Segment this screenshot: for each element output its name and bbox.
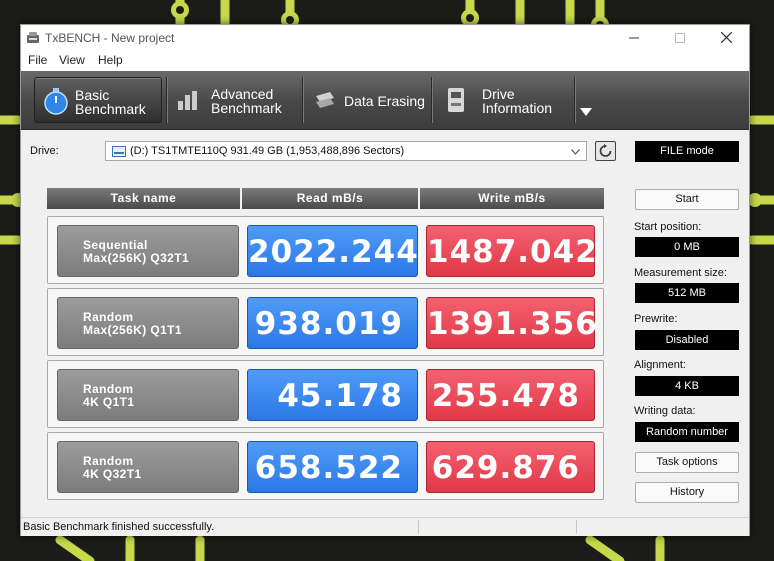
- disk-icon: [112, 146, 126, 157]
- close-button[interactable]: [703, 25, 749, 51]
- table-row: Random 4K Q32T1 658.522 629.876: [47, 432, 604, 500]
- maximize-icon: [675, 33, 685, 43]
- txbench-window: TxBENCH - New project File View Help Bas…: [20, 24, 750, 536]
- header-write: Write mB/s: [420, 188, 604, 209]
- read-value: 45.178: [247, 369, 418, 421]
- toolbar-separator: [166, 77, 168, 123]
- drive-select-value: (D:) TS1TMTE110Q 931.49 GB (1,953,488,89…: [130, 145, 405, 157]
- results-header: Task name Read mB/s Write mB/s: [47, 188, 604, 209]
- refresh-icon: [599, 144, 612, 157]
- tab-label: Basic Benchmark: [75, 87, 146, 117]
- task-random-4k-q1t1-button[interactable]: Random 4K Q1T1: [57, 369, 239, 421]
- header-read: Read mB/s: [242, 188, 418, 209]
- write-value: 629.876: [426, 441, 595, 493]
- eraser-icon: [316, 92, 334, 108]
- write-value: 1487.042: [426, 225, 597, 277]
- table-row: Sequential Max(256K) Q32T1 2022.244 1487…: [47, 216, 604, 284]
- start-position-label: Start position:: [634, 221, 702, 233]
- tab-data-erasing[interactable]: Data Erasing: [307, 77, 429, 123]
- minimize-icon: [629, 37, 639, 39]
- stopwatch-icon: [44, 88, 68, 115]
- tab-basic-benchmark[interactable]: Basic Benchmark: [34, 77, 162, 123]
- dropdown-arrow-icon[interactable]: [579, 107, 593, 117]
- alignment-label: Alignment:: [634, 359, 686, 371]
- table-row: Random 4K Q1T1 45.178 255.478: [47, 360, 604, 428]
- prewrite-field[interactable]: Disabled: [635, 330, 739, 350]
- tab-drive-information[interactable]: Drive Information: [437, 77, 569, 123]
- status-separator: [418, 520, 419, 534]
- toolbar-separator: [302, 77, 304, 123]
- chevron-down-icon: [571, 149, 580, 155]
- menu-view[interactable]: View: [59, 53, 85, 67]
- toolbar-separator: [574, 77, 576, 123]
- task-options-button[interactable]: Task options: [635, 452, 739, 473]
- read-value: 938.019: [247, 297, 418, 349]
- alignment-field[interactable]: 4 KB: [635, 376, 739, 396]
- task-sequential-q32t1-button[interactable]: Sequential Max(256K) Q32T1: [57, 225, 239, 277]
- window-title: TxBENCH - New project: [45, 31, 175, 45]
- menu-help[interactable]: Help: [98, 53, 123, 67]
- maximize-button[interactable]: [657, 25, 703, 51]
- refresh-button[interactable]: [595, 141, 616, 161]
- status-bar: Basic Benchmark finished successfully.: [21, 517, 749, 536]
- history-button[interactable]: History: [635, 482, 739, 503]
- read-value: 658.522: [247, 441, 418, 493]
- toolbar-separator: [431, 77, 433, 123]
- drive-icon: [448, 88, 464, 112]
- status-separator: [576, 520, 577, 534]
- menu-file[interactable]: File: [28, 53, 47, 67]
- measurement-size-field[interactable]: 512 MB: [635, 283, 739, 303]
- tab-label: Data Erasing: [344, 93, 425, 109]
- table-row: Random Max(256K) Q1T1 938.019 1391.356: [47, 288, 604, 356]
- menu-bar: File View Help: [21, 51, 749, 71]
- status-text: Basic Benchmark finished successfully.: [23, 521, 215, 533]
- prewrite-label: Prewrite:: [634, 313, 678, 325]
- writing-data-label: Writing data:: [634, 405, 696, 417]
- title-bar[interactable]: TxBENCH - New project: [21, 25, 749, 51]
- close-icon: [720, 31, 732, 44]
- measurement-size-label: Measurement size:: [634, 267, 727, 279]
- write-value: 1391.356: [426, 297, 597, 349]
- app-icon: [27, 32, 39, 43]
- writing-data-field[interactable]: Random number: [635, 422, 739, 442]
- tab-label: Drive Information: [482, 86, 553, 116]
- drive-label: Drive:: [30, 145, 59, 157]
- start-button[interactable]: Start: [635, 189, 739, 210]
- task-random-4k-q32t1-button[interactable]: Random 4K Q32T1: [57, 441, 239, 493]
- read-value: 2022.244: [247, 225, 418, 277]
- task-random-q1t1-button[interactable]: Random Max(256K) Q1T1: [57, 297, 239, 349]
- write-value: 255.478: [426, 369, 595, 421]
- bar-chart-icon: [178, 91, 197, 110]
- drive-select[interactable]: (D:) TS1TMTE110Q 931.49 GB (1,953,488,89…: [105, 141, 587, 161]
- file-mode-indicator[interactable]: FILE mode: [635, 141, 739, 162]
- tab-advanced-benchmark[interactable]: Advanced Benchmark: [171, 77, 301, 123]
- minimize-button[interactable]: [611, 25, 657, 51]
- start-position-field[interactable]: 0 MB: [635, 237, 739, 257]
- header-task-name: Task name: [47, 188, 240, 209]
- main-toolbar: Basic Benchmark Advanced Benchmark Data Er…: [21, 71, 749, 130]
- tab-label: Advanced Benchmark: [211, 86, 282, 116]
